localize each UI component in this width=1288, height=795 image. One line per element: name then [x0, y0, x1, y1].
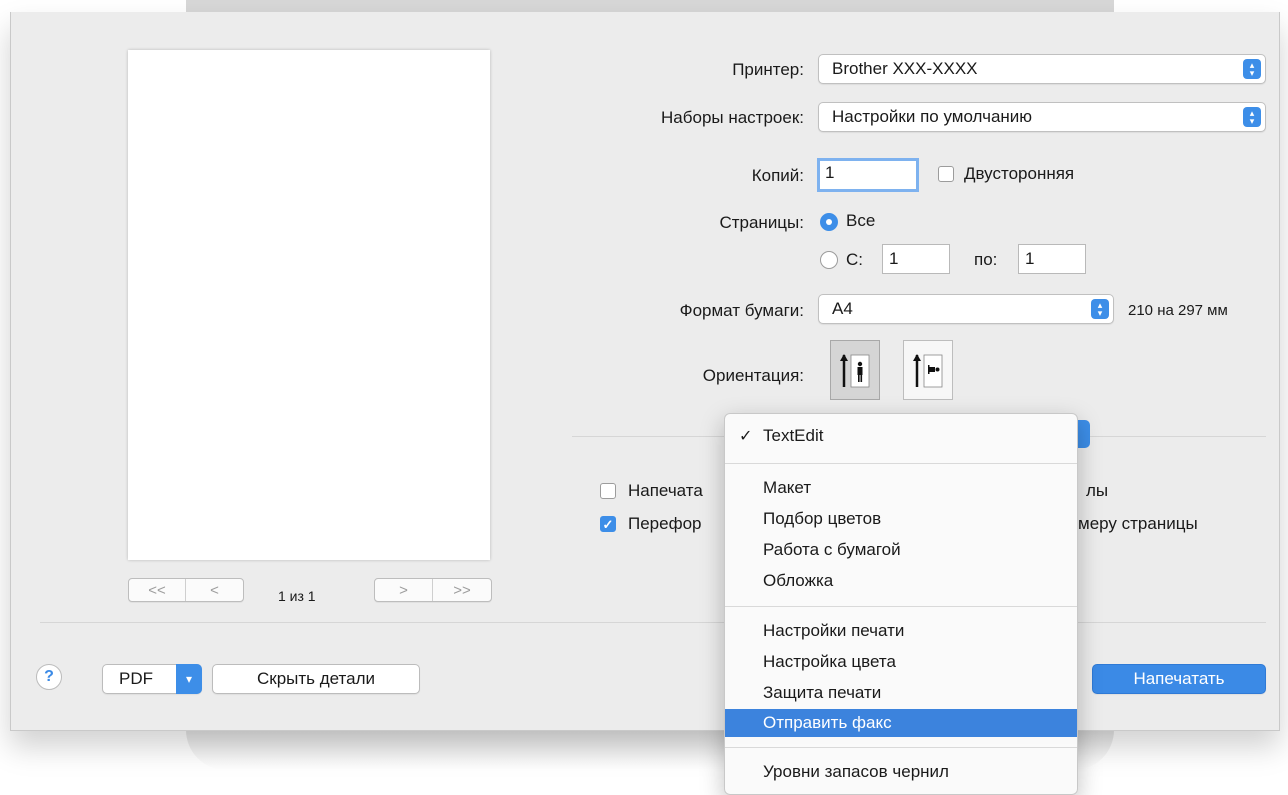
printer-value: Brother XXX-XXXX: [832, 59, 978, 78]
pages-to-input[interactable]: 1: [1018, 244, 1086, 274]
paper-size-select[interactable]: A4 ▴ ▾: [818, 294, 1114, 324]
footer-divider: [40, 622, 1266, 623]
copies-input[interactable]: 1: [817, 158, 919, 192]
menu-item-color-matching[interactable]: Подбор цветов: [725, 505, 1077, 533]
previous-page-button[interactable]: <: [185, 579, 243, 601]
option-2-checkbox[interactable]: ✓: [600, 516, 616, 532]
menu-item-color-settings[interactable]: Настройка цвета: [725, 648, 1077, 676]
section-select-stepper[interactable]: [1078, 420, 1090, 448]
pages-from-label: С:: [846, 250, 863, 269]
up-down-arrows-icon: ▴ ▾: [1243, 59, 1261, 79]
page-preview: [128, 50, 490, 560]
pages-to-label: по:: [974, 250, 998, 269]
menu-item-paper-handling[interactable]: Работа с бумагой: [725, 536, 1077, 564]
page-indicator: 1 из 1: [278, 588, 316, 604]
menu-item-print-settings[interactable]: Настройки печати: [725, 617, 1077, 645]
landscape-orientation-button[interactable]: [903, 340, 953, 400]
portrait-orientation-button[interactable]: [830, 340, 880, 400]
duplex-label: Двусторонняя: [964, 164, 1075, 183]
pages-all-label: Все: [846, 211, 876, 230]
presets-label: Наборы настроек:: [661, 108, 804, 127]
paper-size-label: Формат бумаги:: [679, 301, 804, 320]
option-1-checkbox[interactable]: [600, 483, 616, 499]
pdf-label: PDF: [119, 669, 153, 688]
paper-dimensions: 210 на 297 мм: [1128, 302, 1228, 319]
menu-item-layout[interactable]: Макет: [725, 474, 1077, 502]
presets-value: Настройки по умолчанию: [832, 107, 1033, 126]
help-button[interactable]: ?: [36, 664, 62, 690]
menu-item-secure-print[interactable]: Защита печати: [725, 679, 1077, 707]
up-down-arrows-icon: ▴ ▾: [1091, 299, 1109, 319]
menu-separator: [725, 463, 1077, 464]
menu-item-supply-levels[interactable]: Уровни запасов чернил: [725, 758, 1077, 786]
menu-separator: [725, 747, 1077, 748]
paper-size-value: A4: [832, 299, 853, 318]
presets-select[interactable]: Настройки по умолчанию ▴ ▾: [818, 102, 1266, 132]
preview-nav-back-group: << <: [128, 578, 244, 602]
option-1-label: Напечата: [628, 481, 703, 500]
pages-label: Страницы:: [719, 213, 804, 232]
print-button[interactable]: Напечатать: [1092, 664, 1266, 694]
option-2-label-tail: меру страницы: [1078, 514, 1198, 533]
next-page-button[interactable]: >: [375, 579, 432, 601]
menu-item-textedit[interactable]: ✓ TextEdit: [725, 422, 1077, 450]
first-page-button[interactable]: <<: [129, 579, 185, 601]
hide-details-button[interactable]: Скрыть детали: [212, 664, 420, 694]
copies-label: Копий:: [751, 166, 804, 185]
pages-all-radio[interactable]: [820, 213, 838, 231]
preview-nav-forward-group: > >>: [374, 578, 492, 602]
pages-from-input[interactable]: 1: [882, 244, 950, 274]
landscape-icon: [913, 354, 943, 388]
orientation-label: Ориентация:: [702, 366, 804, 385]
menu-separator: [725, 606, 1077, 607]
last-page-button[interactable]: >>: [432, 579, 491, 601]
up-down-arrows-icon: ▴ ▾: [1243, 107, 1261, 127]
pages-range-radio[interactable]: [820, 251, 838, 269]
option-2-label: Перефор: [628, 514, 702, 533]
checkmark-icon: ✓: [739, 428, 753, 445]
menu-item-cover-page[interactable]: Обложка: [725, 567, 1077, 595]
section-dropdown-menu: ✓ TextEdit Макет Подбор цветов Работа с …: [724, 413, 1078, 795]
printer-select[interactable]: Brother XXX-XXXX ▴ ▾: [818, 54, 1266, 84]
printer-label: Принтер:: [732, 60, 804, 79]
chevron-down-icon[interactable]: ▾: [176, 664, 202, 694]
option-1-label-tail: лы: [1086, 481, 1109, 500]
portrait-icon: [840, 354, 870, 388]
duplex-checkbox[interactable]: [938, 166, 954, 182]
menu-item-send-fax[interactable]: Отправить факс: [725, 709, 1077, 737]
menu-item-label: TextEdit: [763, 426, 824, 445]
